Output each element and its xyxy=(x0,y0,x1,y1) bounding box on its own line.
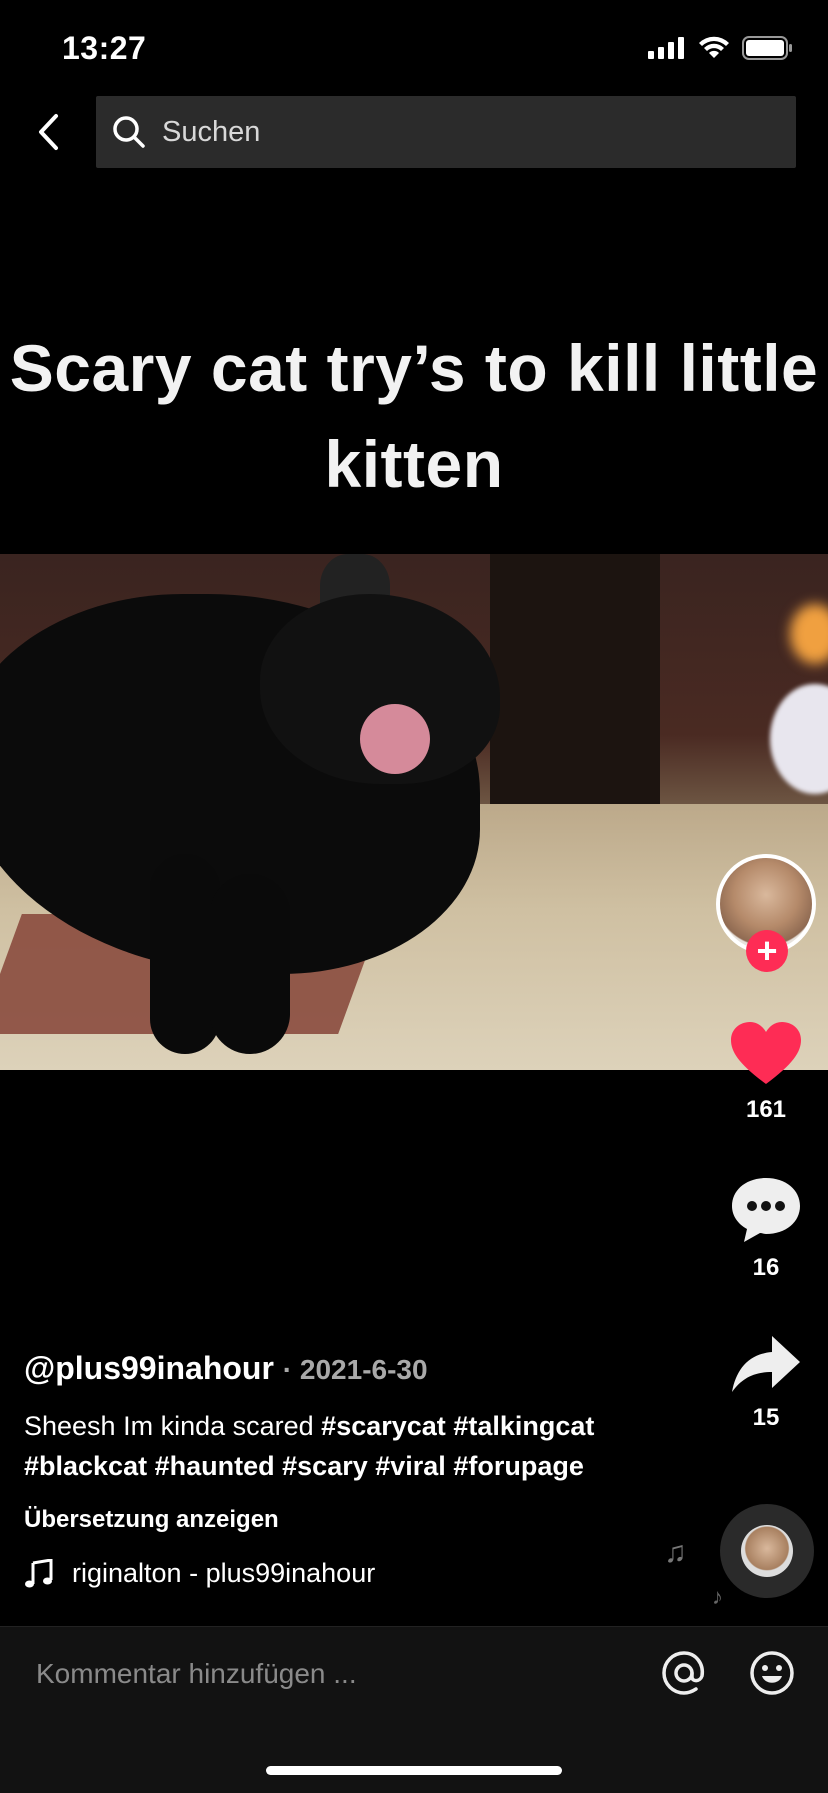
hashtag[interactable]: #scarycat xyxy=(321,1411,446,1441)
hashtag[interactable]: #talkingcat xyxy=(453,1411,594,1441)
back-icon xyxy=(39,114,58,150)
music-disc-image xyxy=(741,1525,793,1577)
share-count: 15 xyxy=(752,1404,780,1431)
signal-icon xyxy=(648,37,684,59)
follow-button[interactable]: + xyxy=(746,930,788,972)
floating-note-icon: ♪ xyxy=(712,1584,723,1609)
video-caption-line2: kitten xyxy=(324,427,504,501)
status-icons xyxy=(648,36,794,60)
wifi-icon xyxy=(699,36,729,58)
mention-icon xyxy=(662,1651,705,1695)
music-disc[interactable] xyxy=(720,1504,814,1598)
post-description: Sheesh Im kinda scared #scarycat #talkin… xyxy=(24,1406,664,1486)
hashtag[interactable]: #forupage xyxy=(453,1451,584,1481)
like-count: 161 xyxy=(745,1096,787,1123)
comment-icon xyxy=(732,1178,800,1242)
search-icon xyxy=(112,115,146,149)
search-bar[interactable] xyxy=(96,96,796,168)
hashtag[interactable]: #haunted xyxy=(155,1451,275,1481)
emoji-icon xyxy=(750,1651,794,1695)
background-lamp xyxy=(790,604,828,664)
comment-count: 16 xyxy=(752,1254,780,1281)
status-time: 13:27 xyxy=(62,30,147,66)
cat-leg xyxy=(210,874,290,1054)
search-input[interactable] xyxy=(160,114,724,150)
like-button[interactable]: 161 xyxy=(720,1020,812,1124)
video-caption-line1: Scary cat try’s to kill little xyxy=(9,331,819,405)
share-icon xyxy=(732,1336,800,1392)
white-kitten xyxy=(770,684,828,794)
heart-icon xyxy=(731,1022,801,1084)
music-note-icon xyxy=(24,1558,54,1589)
hashtag[interactable]: #scary xyxy=(282,1451,368,1481)
background-shelf xyxy=(490,554,660,814)
comment-button[interactable]: 16 xyxy=(720,1176,812,1282)
translate-link[interactable]: Übersetzung anzeigen xyxy=(24,1506,279,1534)
description-text: Sheesh Im kinda scared xyxy=(24,1411,322,1441)
battery-icon xyxy=(742,36,792,60)
home-indicator xyxy=(266,1766,562,1775)
share-button[interactable]: 15 xyxy=(720,1334,812,1432)
hashtag[interactable]: #blackcat xyxy=(24,1451,147,1481)
floating-note-icon: ♫ xyxy=(664,1536,687,1569)
post-date: · 2021-6-30 xyxy=(282,1354,428,1385)
video-player[interactable] xyxy=(0,554,828,1070)
back-button[interactable] xyxy=(26,110,70,154)
video-caption: Scary cat try’s to kill little kitten xyxy=(0,320,828,512)
emoji-button[interactable] xyxy=(748,1649,796,1697)
sound-name: riginalton - plus99inahour xyxy=(72,1558,376,1588)
mention-button[interactable] xyxy=(660,1649,708,1697)
hashtag[interactable]: #viral xyxy=(375,1451,446,1481)
author-line: @plus99inahour · 2021-6-30 xyxy=(24,1350,428,1387)
cat-mouth xyxy=(360,704,430,774)
comment-input[interactable] xyxy=(34,1657,598,1691)
author-username[interactable]: @plus99inahour xyxy=(24,1350,274,1386)
sound-row[interactable]: riginalton - plus99inahour xyxy=(24,1558,375,1589)
